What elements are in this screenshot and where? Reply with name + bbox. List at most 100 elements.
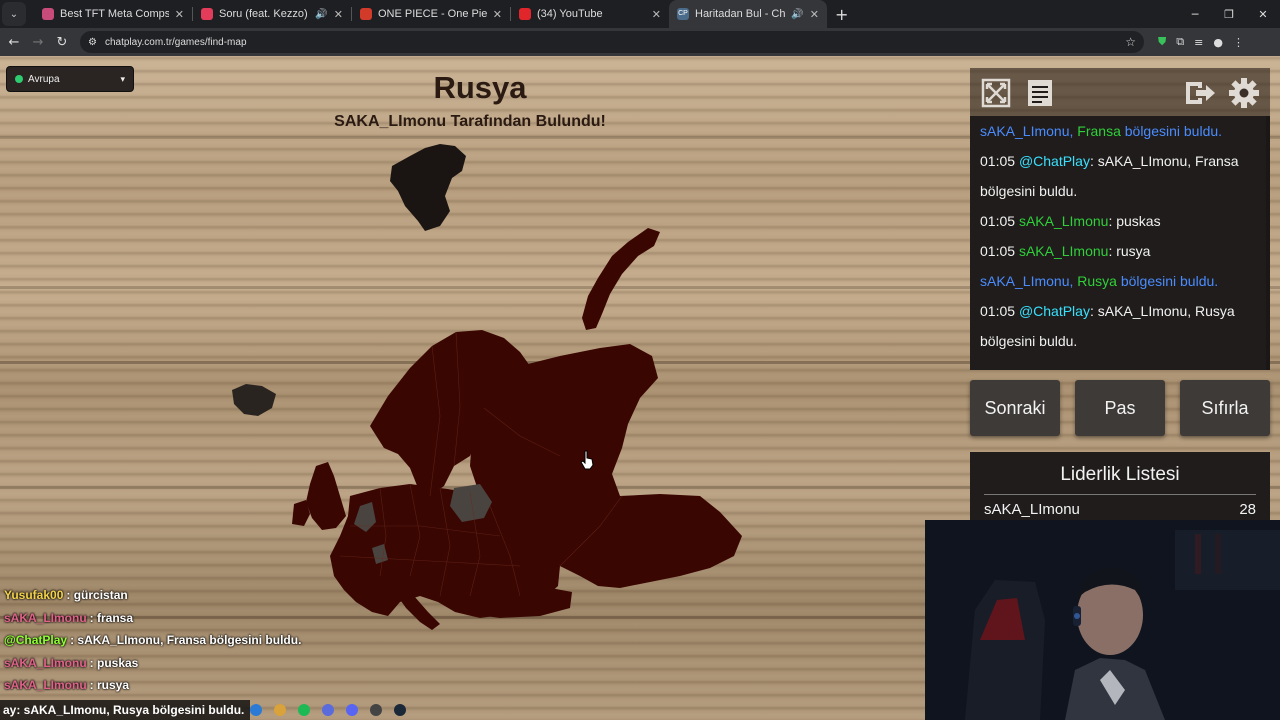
browser-tab-strip: ⌄ Best TFT Meta Comps for Set 1✕Soru (fe… <box>0 0 1280 28</box>
site-info-icon[interactable]: ⚙ <box>88 37 97 48</box>
chat-log-fragment: : rusya <box>1108 243 1151 259</box>
tab-favicon-icon <box>360 8 372 20</box>
speaker-icon[interactable]: 🔊 <box>315 9 327 20</box>
stream-chat-text: : rusya <box>89 678 130 693</box>
discord-icon[interactable] <box>346 704 358 716</box>
speaker-icon[interactable]: 🔊 <box>791 9 803 20</box>
browser-menu-icon[interactable]: ⋮ <box>1233 36 1244 49</box>
leaderboard-title: Liderlik Listesi <box>1060 464 1180 485</box>
stream-chat-text: : fransa <box>89 610 134 625</box>
browser-tab[interactable]: Best TFT Meta Comps for Set 1 ✕ <box>34 0 192 28</box>
fullscreen-icon[interactable] <box>978 75 1014 111</box>
stream-chat-message: sAKA_LImonu : rusya <box>0 674 460 697</box>
chat-log-fragment: Fransa <box>1077 123 1121 139</box>
close-tab-icon[interactable]: ✕ <box>810 8 819 21</box>
map-region-novaya-zemlya[interactable] <box>582 228 660 330</box>
game-toolbar <box>970 68 1270 118</box>
close-window-icon[interactable]: ✕ <box>1246 0 1280 28</box>
close-tab-icon[interactable]: ✕ <box>334 8 343 21</box>
chat-log-line: 01:05 sAKA_LImonu: rusya <box>970 236 1270 266</box>
game-page: Avrupa ▾ Rusya SAKA_LImonu Tarafından Bu… <box>0 56 1280 720</box>
tab-favicon-icon: CP <box>677 8 689 20</box>
tab-title: Best TFT Meta Comps for Set 1 <box>60 8 169 20</box>
close-tab-icon[interactable]: ✕ <box>652 8 661 21</box>
browser-tab[interactable]: CP Haritadan Bul - ChatPlay 🔊 ✕ <box>669 0 827 28</box>
browser-tab[interactable]: Soru (feat. Kezzo) | YouTube 🔊 ✕ <box>193 0 351 28</box>
tab-search-button[interactable]: ⌄ <box>2 2 26 26</box>
tab-favicon-icon <box>519 8 531 20</box>
close-tab-icon[interactable]: ✕ <box>175 8 184 21</box>
tab-title: Soru (feat. Kezzo) | YouTube <box>219 8 309 20</box>
chat-log-line: bölgesini buldu. <box>970 176 1270 206</box>
next-button[interactable]: Sonraki <box>970 380 1060 436</box>
chat-log-fragment: 01:05 <box>980 153 1019 169</box>
back-icon[interactable]: ← <box>2 35 26 50</box>
chat-log-fragment: bölgesini buldu. <box>980 333 1078 349</box>
reading-list-icon[interactable]: ≡ <box>1194 36 1203 49</box>
forward-icon[interactable]: → <box>26 35 50 50</box>
tab-title: (34) YouTube <box>537 8 603 20</box>
minimize-icon[interactable]: ─ <box>1178 0 1212 28</box>
map-region-uk[interactable] <box>306 462 346 530</box>
leaderboard-player-score: 28 <box>1239 501 1256 518</box>
steam-icon[interactable] <box>394 704 406 716</box>
spotify-icon[interactable] <box>298 704 310 716</box>
stream-chat-message: @ChatPlay : sAKA_LImonu, Fransa bölgesin… <box>0 629 460 652</box>
tab-title: Haritadan Bul - ChatPlay <box>695 8 786 20</box>
shield-extension-icon[interactable]: ⛊ <box>1158 35 1166 49</box>
toolbar-extensions: ⛊ ⧉ ≡ ● ⋮ <box>1158 35 1244 49</box>
chat-scrollbar[interactable] <box>1266 116 1270 370</box>
chat-log-line: bölgesini buldu. <box>970 326 1270 356</box>
chat-log-fragment: : puskas <box>1108 213 1161 229</box>
chat-log-fragment: bölgesini buldu. <box>980 183 1078 199</box>
game-chat-log[interactable]: sAKA_LImonu, Fransa bölgesini buldu. 01:0… <box>970 116 1270 370</box>
close-tab-icon[interactable]: ✕ <box>493 8 502 21</box>
leaderboard-player-name: sAKA_LImonu <box>984 501 1080 518</box>
settings-gear-icon[interactable] <box>1226 75 1262 111</box>
stream-chat-message: sAKA_LImonu : fransa <box>0 607 460 630</box>
browser-tab[interactable]: ONE PIECE - One Piece 2. Sezo ✕ <box>352 0 510 28</box>
extensions-puzzle-icon[interactable]: ⧉ <box>1176 35 1184 49</box>
window-controls: ─ ❐ ✕ <box>1178 0 1280 28</box>
stream-chat-text: : puskas <box>89 655 139 670</box>
map-region-iceland[interactable] <box>232 384 276 416</box>
chat-log-line: 01:05 @ChatPlay: sAKA_LImonu, Fransa <box>970 146 1270 176</box>
bookmark-star-icon[interactable]: ☆ <box>1125 35 1136 49</box>
chat-log-fragment: : sAKA_LImonu, Fransa <box>1089 153 1239 169</box>
document-list-icon[interactable] <box>1022 75 1058 111</box>
address-bar[interactable]: ⚙ chatplay.com.tr/games/find-map ☆ <box>80 31 1144 53</box>
url-text: chatplay.com.tr/games/find-map <box>104 36 247 48</box>
chat-log-fragment: Rusya <box>1077 273 1117 289</box>
new-tab-button[interactable]: + <box>835 5 848 24</box>
chat-log-fragment: 01:05 <box>980 243 1019 259</box>
folder-icon[interactable] <box>274 704 286 716</box>
chrome-profile-icon[interactable] <box>322 704 334 716</box>
map-region-svalbard[interactable] <box>390 144 466 231</box>
obs-icon[interactable] <box>370 704 382 716</box>
chat-log-line: sAKA_LImonu, Rusya bölgesini buldu. <box>970 266 1270 296</box>
profile-avatar[interactable]: ● <box>1213 36 1223 49</box>
reset-button[interactable]: Sıfırla <box>1180 380 1270 436</box>
exit-icon[interactable] <box>1182 75 1218 111</box>
chat-log-fragment: bölgesini buldu. <box>1116 273 1219 289</box>
chrome-icon[interactable] <box>250 704 262 716</box>
chat-log-fragment: : sAKA_LImonu, Rusya <box>1089 303 1235 319</box>
chat-log-fragment: 01:05 <box>980 303 1019 319</box>
reload-icon[interactable]: ↻ <box>50 35 74 50</box>
chat-log-fragment: @ChatPlay <box>1018 153 1090 169</box>
tab-title: ONE PIECE - One Piece 2. Sezo <box>378 8 487 20</box>
stream-chat-message: sAKA_LImonu : puskas <box>0 652 460 675</box>
browser-tab[interactable]: (34) YouTube ✕ <box>511 0 669 28</box>
webcam-image <box>925 520 1280 720</box>
chat-log-line: 01:05 @ChatPlay: sAKA_LImonu, Rusya <box>970 296 1270 326</box>
europe-map[interactable] <box>0 56 940 656</box>
chat-log-fragment: sAKA_LImonu <box>1018 243 1109 259</box>
restore-icon[interactable]: ❐ <box>1212 0 1246 28</box>
hand-cursor-icon <box>580 450 594 470</box>
tab-favicon-icon <box>42 8 54 20</box>
stream-chat-username: sAKA_LImonu <box>4 610 87 625</box>
chat-log-fragment: sAKA_LImonu <box>980 123 1070 139</box>
chat-log-fragment: @ChatPlay <box>1018 303 1090 319</box>
pass-button[interactable]: Pas <box>1075 380 1165 436</box>
taskbar-icons <box>248 700 406 720</box>
